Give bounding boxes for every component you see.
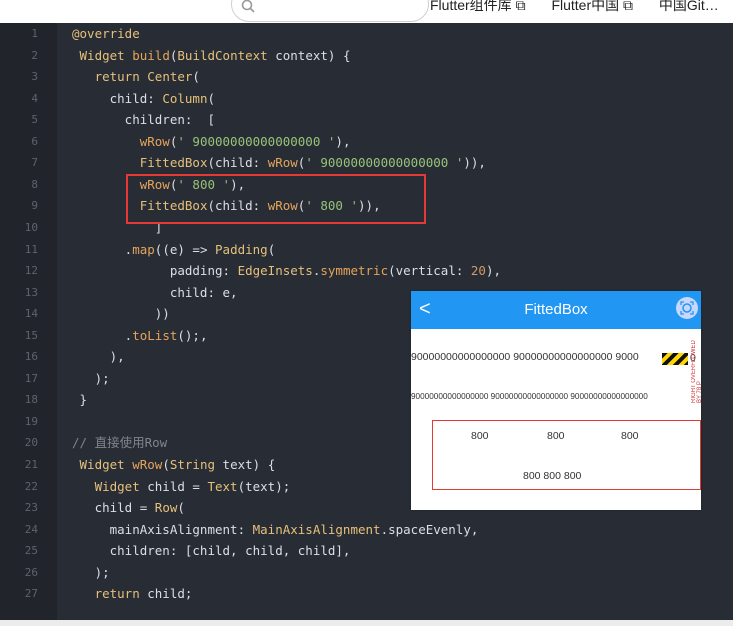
line-number: 6 <box>31 134 38 148</box>
line-number: 16 <box>24 350 38 364</box>
code-text: } <box>72 392 88 408</box>
line-number: 24 <box>24 522 38 536</box>
code-text: padding: EdgeInsets.symmetric(vertical: … <box>72 263 502 279</box>
line-number: 21 <box>24 458 38 471</box>
line-number: 20 <box>24 436 38 450</box>
line-number: 12 <box>24 264 38 278</box>
code-line: 2 Widget build(BuildContext context) { <box>0 45 733 67</box>
line-number: 3 <box>31 70 38 84</box>
code-text: .map((e) => Padding( <box>72 241 276 257</box>
code-line: 25 children: [child, child, child], <box>0 540 733 562</box>
code-text: children: [child, child, child], <box>72 543 351 559</box>
line-number: 7 <box>31 156 38 170</box>
code-line: 4 child: Column( <box>0 88 733 110</box>
overflow-stripes <box>662 353 688 365</box>
code-line: 12 padding: EdgeInsets.symmetric(vertica… <box>0 260 733 282</box>
code-line: 5 children: [ <box>0 109 733 131</box>
code-text: return child; <box>94 586 193 602</box>
code-text: Widget child = Text(text); <box>94 478 291 494</box>
line-number: 15 <box>24 328 38 342</box>
top-nav-links: Flutter组件库 ⧉ Flutter中国 ⧉ 中国Git… <box>430 0 733 15</box>
line-number: 23 <box>24 501 38 515</box>
line-number: 10 <box>24 220 38 234</box>
code-highlight-box <box>126 174 426 224</box>
line-number: 4 <box>31 91 38 105</box>
line-number: 13 <box>24 285 38 299</box>
code-line: 6 wRow(' 90000000000000000 '), <box>0 131 733 153</box>
code-line: 11 .map((e) => Padding( <box>0 239 733 261</box>
code-line: 1 @override <box>0 23 733 45</box>
line-number: 19 <box>24 414 38 428</box>
code-text: )) <box>72 306 170 322</box>
code-text: child = Row( <box>72 500 185 516</box>
code-text: Widget build(BuildContext context) { <box>79 47 351 63</box>
nav-link-china-git[interactable]: 中国Git… <box>659 0 719 13</box>
code-line: 24 mainAxisAlignment: MainAxisAlignment.… <box>0 519 733 541</box>
code-text: ); <box>72 370 110 386</box>
code-text: ); <box>72 564 110 580</box>
code-text: wRow(' 90000000000000000 '), <box>139 133 351 149</box>
code-line: 3 return Center( <box>0 66 733 88</box>
code-text: Widget wRow(String text) { <box>79 457 276 472</box>
line-number: 11 <box>24 242 38 256</box>
code-text: .toList();, <box>72 327 208 343</box>
line-number: 2 <box>31 48 38 62</box>
code-line: 26 ); <box>0 562 733 584</box>
code-text: return Center( <box>94 69 200 85</box>
line-number: 9 <box>31 199 38 213</box>
code-text: child: Column( <box>72 90 215 106</box>
overflow-warning: RIGHT OVERFLOWED BY 78 P <box>691 340 701 403</box>
line-number: 27 <box>24 587 38 601</box>
nav-link-flutter-china[interactable]: Flutter中国 ⧉ <box>551 0 633 13</box>
preview-highlight-box <box>432 420 701 490</box>
code-text: ), <box>72 349 125 365</box>
line-number: 22 <box>24 479 38 493</box>
app-bar: < FittedBox <box>411 291 701 329</box>
line-number: 5 <box>31 113 38 127</box>
app-title: FittedBox <box>524 301 588 318</box>
line-number: 17 <box>24 371 38 385</box>
line-number: 26 <box>24 565 38 579</box>
search-icon <box>241 0 255 13</box>
bottom-bar <box>0 620 733 626</box>
code-text: // 直接使用Row <box>72 435 168 451</box>
line-number: 1 <box>31 27 38 40</box>
code-text: @override <box>72 26 140 41</box>
nav-link-flutter-widgets[interactable]: Flutter组件库 ⧉ <box>430 0 526 13</box>
code-line: 7 FittedBox(child: wRow(' 90000000000000… <box>0 152 733 174</box>
browser-topbar: Flutter组件库 ⧉ Flutter中国 ⧉ 中国Git… <box>0 0 733 23</box>
line-number: 18 <box>24 393 38 407</box>
preview-row-2: 90000000000000000 90000000000000000 9000… <box>411 392 648 401</box>
search-input[interactable] <box>231 0 429 22</box>
code-text: mainAxisAlignment: MainAxisAlignment.spa… <box>72 521 479 537</box>
preview-row-1: 90000000000000000 90000000000000000 9000 <box>411 351 639 363</box>
line-number: 14 <box>24 307 38 321</box>
code-text: child: e, <box>72 284 238 300</box>
screenshot-icon[interactable] <box>676 297 698 319</box>
line-number: 25 <box>24 544 38 558</box>
line-number: 8 <box>31 177 38 191</box>
code-text: children: [ <box>72 112 215 128</box>
code-line: 27 return child; <box>0 583 733 605</box>
code-text: FittedBox(child: wRow(' 9000000000000000… <box>139 155 486 171</box>
